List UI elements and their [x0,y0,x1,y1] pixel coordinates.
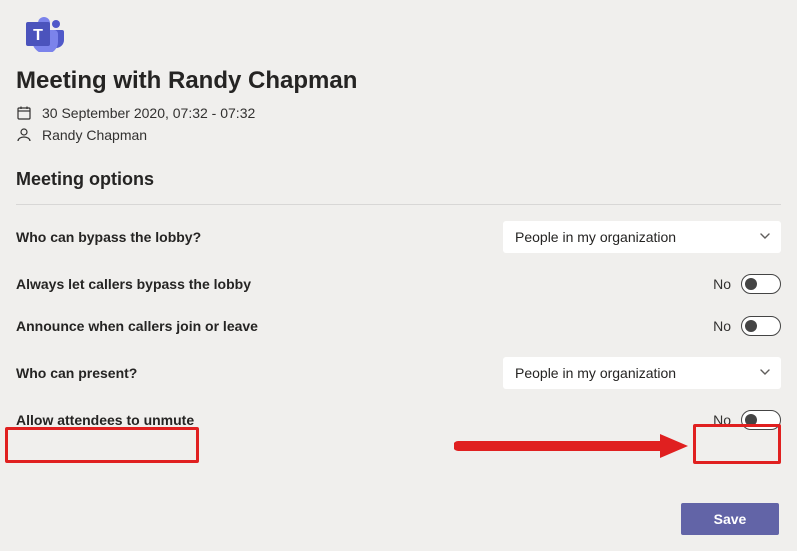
option-label: Announce when callers join or leave [16,318,258,334]
svg-text:T: T [33,27,43,44]
option-label: Always let callers bypass the lobby [16,276,251,292]
option-row-bypass-lobby: Who can bypass the lobby? People in my o… [16,211,781,263]
toggle-value: No [713,318,731,334]
option-label: Who can present? [16,365,137,381]
callers-bypass-toggle[interactable] [741,274,781,294]
meeting-title: Meeting with Randy Chapman [16,67,781,95]
option-label: Allow attendees to unmute [16,412,194,428]
chevron-down-icon [759,365,771,381]
option-row-callers-bypass: Always let callers bypass the lobby No [16,263,781,305]
teams-logo-icon: T [16,16,781,57]
option-label: Who can bypass the lobby? [16,229,201,245]
bypass-lobby-select[interactable]: People in my organization [503,221,781,253]
allow-unmute-toggle[interactable] [741,410,781,430]
who-can-present-select[interactable]: People in my organization [503,357,781,389]
section-title: Meeting options [16,169,781,190]
calendar-icon [16,105,32,121]
save-button[interactable]: Save [681,503,779,535]
toggle-value: No [713,276,731,292]
meeting-datetime: 30 September 2020, 07:32 - 07:32 [42,105,255,121]
divider [16,204,781,205]
option-row-allow-unmute: Allow attendees to unmute No [16,399,781,441]
dropdown-value: People in my organization [515,365,676,381]
option-row-who-can-present: Who can present? People in my organizati… [16,347,781,399]
announce-toggle[interactable] [741,316,781,336]
toggle-value: No [713,412,731,428]
option-row-announce: Announce when callers join or leave No [16,305,781,347]
meeting-organizer: Randy Chapman [42,127,147,143]
person-icon [16,127,32,143]
dropdown-value: People in my organization [515,229,676,245]
chevron-down-icon [759,229,771,245]
